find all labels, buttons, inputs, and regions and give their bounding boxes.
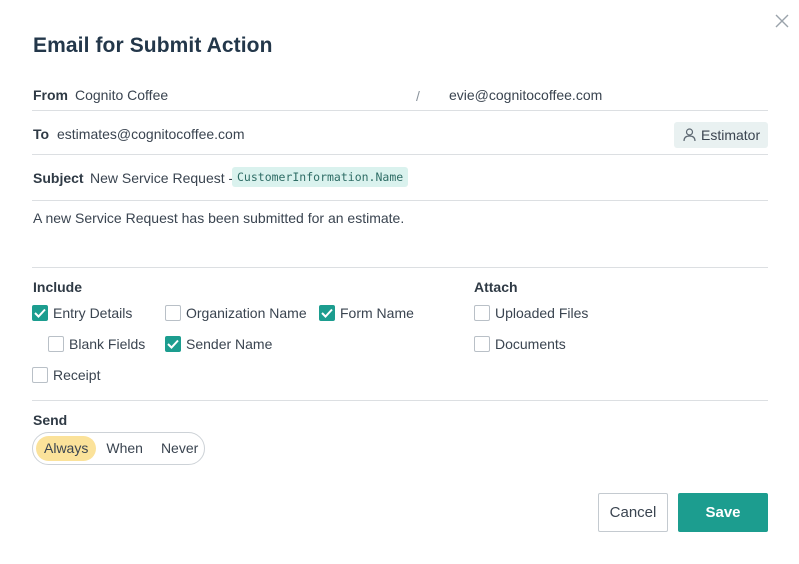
close-button[interactable] <box>774 13 790 29</box>
close-icon <box>775 14 789 28</box>
checkbox-unchecked <box>48 336 64 352</box>
from-separator: / <box>416 88 420 104</box>
estimator-role-button[interactable]: Estimator <box>674 122 768 148</box>
to-label: To <box>33 126 50 142</box>
estimator-label: Estimator <box>701 127 761 143</box>
checkbox-unchecked <box>474 305 490 321</box>
divider <box>32 154 768 155</box>
cancel-button[interactable]: Cancel <box>598 493 668 532</box>
attach-uploaded-files-checkbox[interactable]: Uploaded Files <box>474 305 588 321</box>
send-label: Send <box>33 412 68 428</box>
checkbox-label: Uploaded Files <box>495 305 589 321</box>
checkbox-checked <box>32 305 48 321</box>
divider <box>32 400 768 401</box>
include-sender-name-checkbox[interactable]: Sender Name <box>165 336 272 352</box>
checkmark-icon <box>34 308 46 318</box>
from-label: From <box>33 87 68 103</box>
subject-field-token[interactable]: CustomerInformation.Name <box>232 167 409 187</box>
send-option-when[interactable]: When <box>98 436 151 461</box>
checkbox-checked <box>319 305 335 321</box>
checkbox-label: Blank Fields <box>69 336 146 352</box>
checkbox-label: Receipt <box>53 367 101 383</box>
subject-label: Subject <box>33 170 84 186</box>
checkbox-unchecked <box>474 336 490 352</box>
from-name-field[interactable]: Cognito Coffee <box>75 87 168 103</box>
send-option-always[interactable]: Always <box>36 436 97 461</box>
checkbox-label: Documents <box>495 336 566 352</box>
email-body-text[interactable]: A new Service Request has been submitted… <box>33 210 404 226</box>
include-organization-name-checkbox[interactable]: Organization Name <box>165 305 307 321</box>
checkbox-label: Organization Name <box>186 305 307 321</box>
checkbox-unchecked <box>32 367 48 383</box>
checkbox-label: Sender Name <box>186 336 273 352</box>
send-option-never[interactable]: Never <box>153 436 206 461</box>
checkbox-checked <box>165 336 181 352</box>
include-label: Include <box>33 279 83 295</box>
include-blank-fields-checkbox[interactable]: Blank Fields <box>48 336 145 352</box>
include-receipt-checkbox[interactable]: Receipt <box>32 367 100 383</box>
divider <box>32 110 768 111</box>
checkbox-label: Form Name <box>340 305 414 321</box>
include-form-name-checkbox[interactable]: Form Name <box>319 305 414 321</box>
checkbox-unchecked <box>165 305 181 321</box>
attach-label: Attach <box>474 279 518 295</box>
to-email-field[interactable]: estimates@cognitocoffee.com <box>57 126 245 142</box>
divider <box>32 200 768 201</box>
person-icon <box>683 128 696 142</box>
checkmark-icon <box>321 308 333 318</box>
attach-documents-checkbox[interactable]: Documents <box>474 336 566 352</box>
checkmark-icon <box>167 339 179 349</box>
send-segmented-control: Always When Never <box>32 432 205 465</box>
subject-text[interactable]: New Service Request - <box>90 170 233 186</box>
dialog-title: Email for Submit Action <box>33 34 273 57</box>
include-entry-details-checkbox[interactable]: Entry Details <box>32 305 132 321</box>
save-button[interactable]: Save <box>678 493 768 532</box>
checkbox-label: Entry Details <box>53 305 133 321</box>
divider <box>32 267 768 268</box>
from-email-field[interactable]: evie@cognitocoffee.com <box>449 87 602 103</box>
